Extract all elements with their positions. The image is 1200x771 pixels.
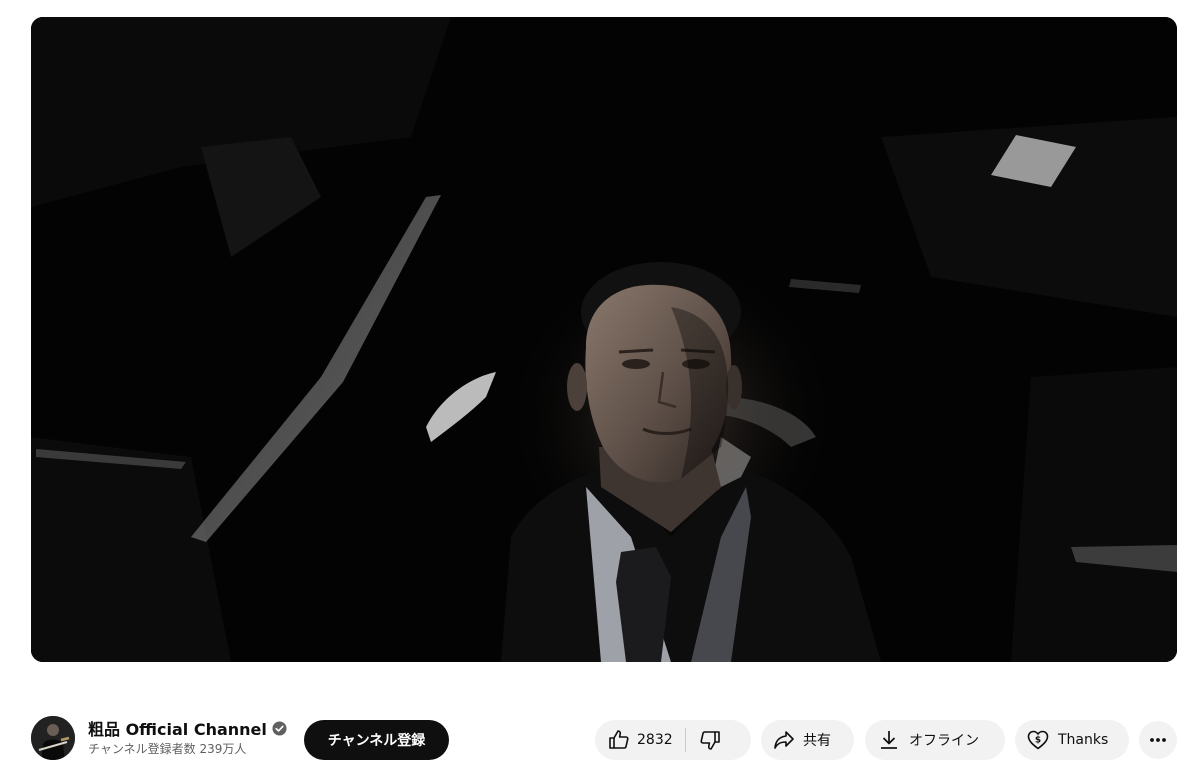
video-frame	[31, 17, 1177, 662]
offline-label: オフライン	[909, 733, 979, 749]
share-label: 共有	[803, 733, 831, 749]
share-button[interactable]: 共有	[761, 720, 854, 760]
channel-info: 粗品 Official Channel チャンネル登録者数 239万人	[88, 716, 298, 758]
thumbs-down-icon	[698, 728, 722, 752]
thanks-label: Thanks	[1058, 732, 1109, 748]
download-icon	[877, 728, 901, 752]
svg-text:$: $	[1035, 736, 1041, 746]
like-dislike-group: 2832	[595, 720, 751, 760]
channel-name-line: 粗品 Official Channel	[88, 716, 298, 740]
more-actions-button[interactable]	[1139, 721, 1177, 759]
thumbs-up-icon	[607, 728, 631, 752]
video-player[interactable]	[31, 17, 1177, 662]
thanks-button[interactable]: $ Thanks	[1015, 720, 1129, 760]
more-horizontal-icon	[1146, 728, 1170, 752]
like-button[interactable]: 2832	[595, 720, 685, 760]
subscriber-count: チャンネル登録者数 239万人	[88, 742, 247, 756]
dislike-button[interactable]	[686, 720, 736, 760]
share-arrow-icon	[772, 728, 796, 752]
like-count: 2832	[637, 732, 673, 748]
channel-name[interactable]: 粗品 Official Channel	[88, 716, 267, 740]
verified-check-icon	[272, 720, 287, 736]
video-actions-row: 粗品 Official Channel チャンネル登録者数 239万人 チャンネ…	[31, 714, 1177, 764]
channel-avatar[interactable]	[31, 716, 75, 760]
offline-download-button[interactable]: オフライン	[865, 720, 1005, 760]
subscribe-button[interactable]: チャンネル登録	[304, 720, 449, 760]
heart-dollar-icon: $	[1026, 728, 1050, 752]
